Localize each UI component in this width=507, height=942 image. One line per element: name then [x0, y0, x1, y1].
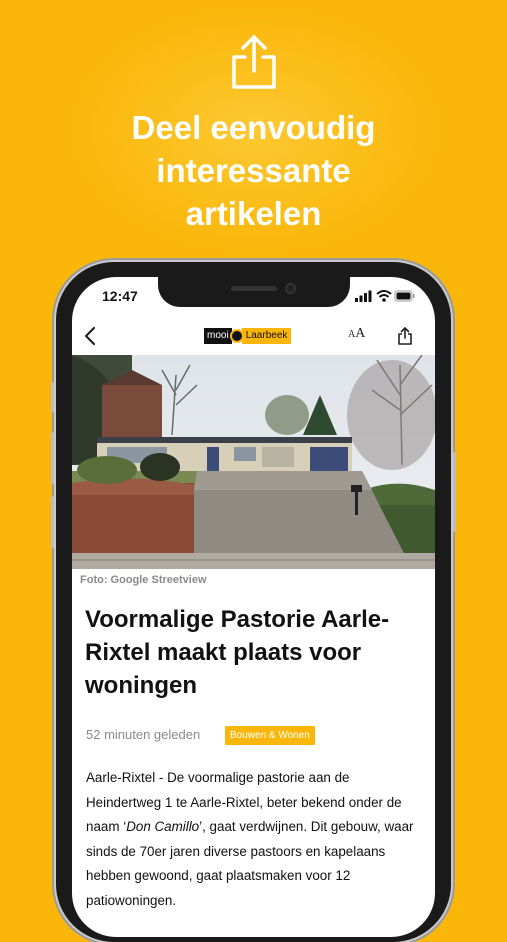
power-button	[453, 452, 456, 532]
wifi-icon	[376, 290, 392, 302]
font-size-button[interactable]: AA	[348, 326, 365, 342]
status-time: 12:47	[102, 288, 138, 304]
headline-line: interessante	[156, 152, 351, 189]
headline-line: artikelen	[185, 195, 322, 232]
battery-icon	[394, 290, 415, 302]
article-title: Voormalige Pastorie Aarle-Rixtel maakt p…	[85, 606, 390, 699]
share-icon	[232, 35, 276, 89]
headline-line: Deel eenvoudig	[131, 109, 376, 146]
article-time: 52 minuten geleden	[86, 727, 201, 742]
share-icon[interactable]	[396, 326, 414, 346]
article-photo	[72, 355, 435, 569]
logo-ring	[229, 329, 244, 343]
notch	[158, 277, 350, 307]
status-icons	[355, 290, 415, 302]
mooi-laarbeek-logo: mooi Laarbeek	[204, 328, 302, 344]
promo-headline: Deel eenvoudig interessante artikelen	[0, 106, 507, 235]
phone-screen: 12:47 mooi Laarbeek AA Foto: Google Stre…	[72, 277, 435, 937]
category-badge[interactable]: Bouwen & Wonen	[225, 726, 315, 745]
article-navbar: mooi Laarbeek AA	[72, 317, 435, 355]
back-icon[interactable]	[80, 322, 102, 350]
mute-switch	[51, 382, 54, 412]
logo-text-left: mooi	[204, 328, 232, 344]
volume-down-button	[51, 496, 54, 548]
font-size-icon-large: A	[355, 326, 366, 341]
camera	[285, 283, 296, 294]
phone-frame: 12:47 mooi Laarbeek AA Foto: Google Stre…	[51, 262, 456, 942]
article-body: Aarle-Rixtel - De voormalige pastorie aa…	[86, 766, 426, 913]
logo-text-right: Laarbeek	[241, 328, 292, 344]
speaker	[231, 286, 277, 291]
photo-caption: Foto: Google Streetview	[80, 574, 207, 586]
body-emphasis: Don Camillo	[126, 819, 200, 834]
signal-icon	[355, 290, 372, 302]
volume-up-button	[51, 432, 54, 484]
